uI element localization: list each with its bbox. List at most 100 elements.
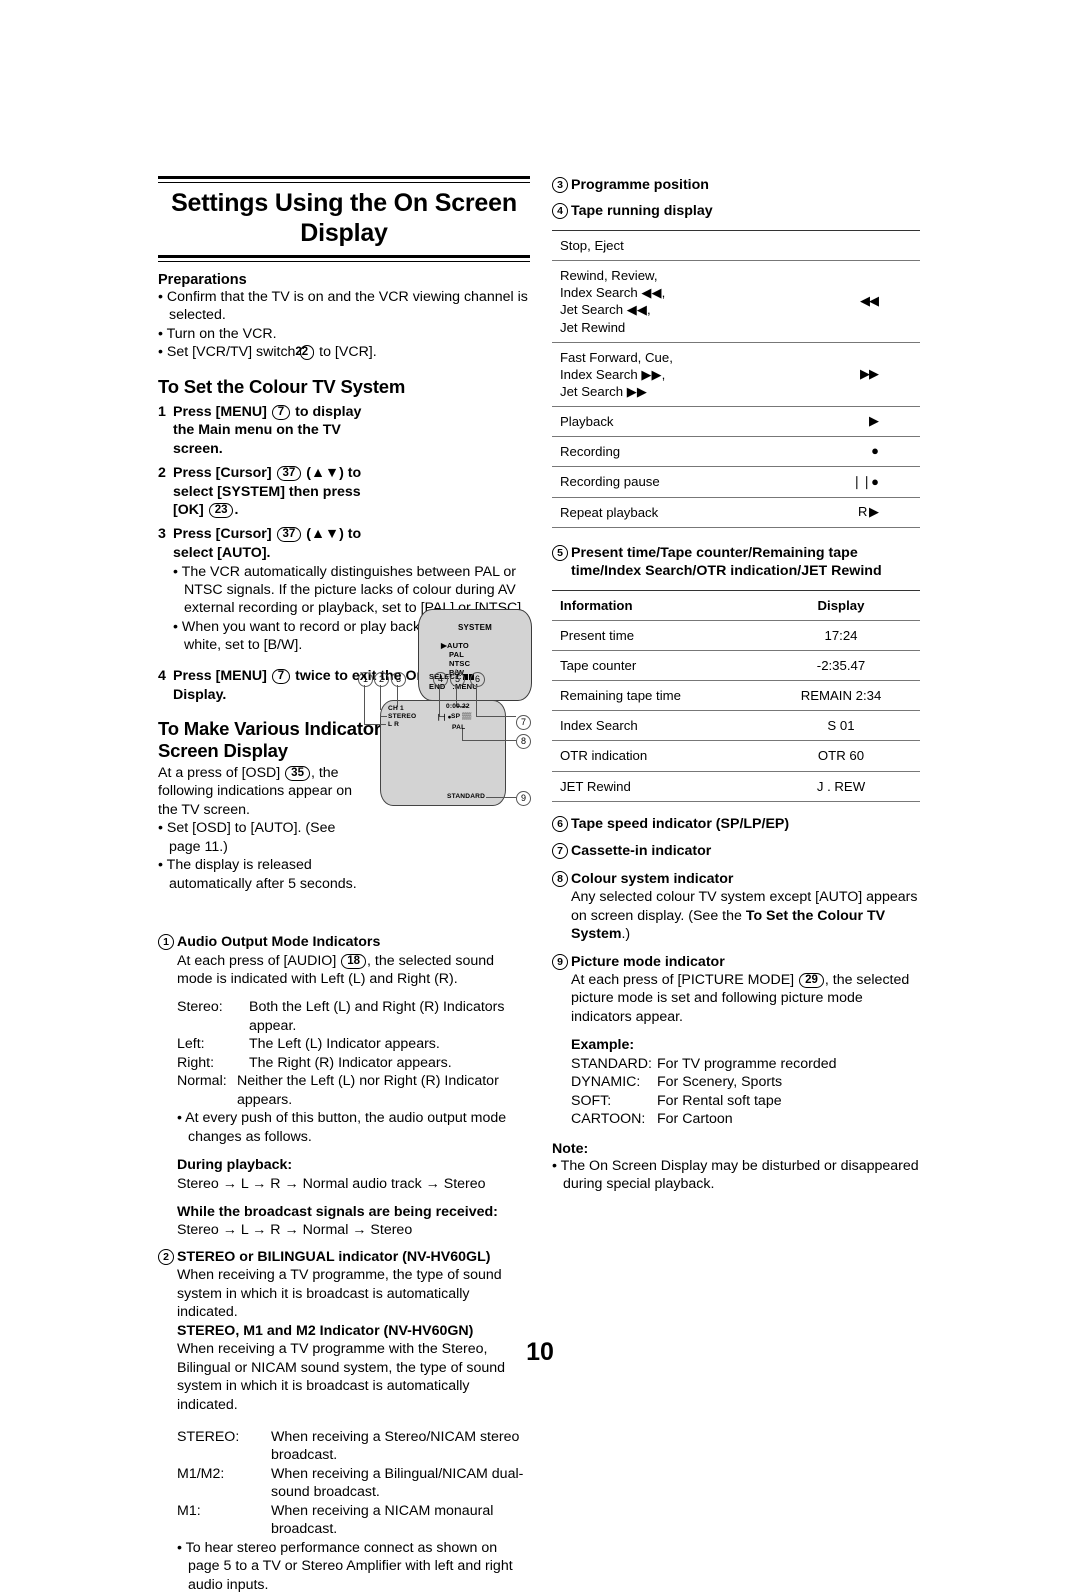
indicators-bullet-1: The display is released automatically af… <box>158 856 358 893</box>
broadcast-heading: While the broadcast signals are being re… <box>177 1203 498 1220</box>
example-row-3: CARTOON: For Cartoon <box>571 1111 733 1128</box>
tape-row-0-display <box>779 230 920 260</box>
tape-row-6-display: R ▶ <box>858 503 879 519</box>
example-row-2: SOFT: For Rental soft tape <box>571 1092 782 1109</box>
example-row-0: STANDARD: For TV programme recorded <box>571 1055 837 1072</box>
system-menu-option-ntsc: NTSC <box>449 658 471 668</box>
key-pill-7: 7 <box>271 404 291 420</box>
item-4: 4 Tape running display <box>552 202 920 220</box>
preparations-item-0: Confirm that the TV is on and the VCR vi… <box>158 288 530 325</box>
key-pill-35: 35 <box>285 765 310 781</box>
callout-5: 5 <box>450 672 465 687</box>
tape-row-2-display: ▶▶ <box>860 365 879 381</box>
audio-mode-row-0: Stereo: Both the Left (L) and Right (R) I… <box>177 999 505 1034</box>
stereo-def-row-2: M1: When receiving a NICAM monaural broad… <box>177 1502 494 1538</box>
item-6: 6 Tape speed indicator (SP/LP/EP) <box>552 815 920 833</box>
item-1: 1 Audio Output Mode Indicators At each p… <box>158 933 530 1240</box>
info-row-3-label: Index Search <box>560 718 638 734</box>
info-row-4-value: OTR 60 <box>817 748 865 764</box>
item-5: 5 Present time/Tape counter/Remaining ta… <box>552 544 920 581</box>
item-9-heading: Picture mode indicator <box>571 953 725 970</box>
information-display-table: Information Display Present time 17:24 T… <box>552 590 920 802</box>
step-3-body: Press [Cursor] 37 (▲▼) to select [AUTO]. <box>173 526 362 561</box>
info-row-3-value: S 01 <box>827 718 855 734</box>
osd-lr: L R <box>388 721 400 728</box>
callout-1: 1 <box>358 672 373 687</box>
item-1-bullet: At every push of this button, the audio … <box>177 1109 530 1146</box>
item-7-marker: 7 <box>552 842 571 860</box>
item-5-marker: 5 <box>552 544 571 581</box>
callout-2: 2 <box>374 672 389 687</box>
tape-running-table: Stop, Eject Rewind, Review, Index Search… <box>552 230 920 528</box>
table-row: JET Rewind J . REW <box>552 771 920 802</box>
item-9: 9 Picture mode indicator At each press o… <box>552 953 920 1129</box>
info-row-0-value: 17:24 <box>824 627 858 643</box>
note-text: The On Screen Display may be disturbed o… <box>552 1157 920 1194</box>
step-2-body: Press [Cursor] 37 (▲▼) to select [SYSTEM… <box>173 464 362 519</box>
leader-6 <box>476 685 477 716</box>
step-4-number: 4 <box>158 667 166 684</box>
table-row: Recording ● <box>552 437 920 467</box>
leader-2 <box>380 685 381 710</box>
callout-7: 7 <box>516 715 531 730</box>
item-7-heading: Cassette-in indicator <box>571 843 712 860</box>
key-pill-7b: 7 <box>271 668 291 684</box>
page-number: 10 <box>526 1338 554 1366</box>
osd-channel: CH 1 <box>388 705 404 712</box>
tape-row-0-info: Stop, Eject <box>560 237 624 253</box>
during-playback-sequence: Stereo → L → R → Normal audio track → St… <box>177 1175 486 1192</box>
page-title: Settings Using the On Screen Display <box>171 189 517 247</box>
table-row: Playback ▶ <box>552 407 920 437</box>
item-2-bullet: To hear stereo performance connect as sh… <box>177 1539 530 1594</box>
item-2-p1: When receiving a TV programme, the type … <box>177 1267 502 1321</box>
left-column: Settings Using the On Screen Display Pre… <box>158 176 532 1594</box>
leader-9 <box>486 797 516 798</box>
leader-1 <box>364 685 365 725</box>
step-1: 1 Press [MENU] 7 to display the Main men… <box>158 403 370 459</box>
key-pill-18: 18 <box>341 953 367 969</box>
system-menu-title: SYSTEM <box>457 622 493 632</box>
step-3-number: 3 <box>158 526 166 543</box>
tape-row-4-info: Recording <box>560 444 621 460</box>
table-row: Tape counter -2:35.47 <box>552 651 920 681</box>
indicators-bullet-0: Set [OSD] to [AUTO]. (See page 11.) <box>158 819 358 856</box>
stereo-def-row-1: M1/M2: When receiving a Bilingual/NICAM d… <box>177 1465 524 1501</box>
preparations-item-2-text: Set [VCR/TV] switch <box>166 344 296 361</box>
item-4-marker: 4 <box>552 202 571 220</box>
col-header-display: Display <box>817 597 865 613</box>
step-1-body: Press [MENU] 7 to display the Main menu … <box>173 403 362 458</box>
step-1-number: 1 <box>158 403 166 420</box>
leader-2b <box>380 716 387 717</box>
item-2-heading: STEREO or BILINGUAL indicator (NV-HV60GL… <box>177 1248 491 1265</box>
system-menu-option-pal: PAL <box>449 649 465 659</box>
key-pill-37b: 37 <box>276 527 302 543</box>
item-9-content: Picture mode indicator At each press of … <box>571 953 920 1129</box>
tape-row-2-info: Fast Forward, Cue, Index Search ▶▶, Jet … <box>560 349 673 399</box>
item-6-marker: 6 <box>552 815 571 833</box>
info-row-1-value: -2:35.47 <box>816 658 866 673</box>
item-4-heading: Tape running display <box>571 203 713 220</box>
callout-9: 9 <box>516 791 531 806</box>
preparations-item-2: Set [VCR/TV] switch 22 to [VCR]. <box>158 343 530 361</box>
info-row-1-label: Tape counter <box>560 658 637 673</box>
osd-picture-mode: STANDARD <box>447 793 486 800</box>
osd-speed: SP <box>451 713 461 720</box>
note-heading: Note: <box>552 1140 589 1157</box>
info-row-4-label: OTR indication <box>560 748 648 764</box>
col-header-information: Information <box>560 597 633 613</box>
item-3-marker: 3 <box>552 176 571 194</box>
callout-3: 3 <box>391 672 406 687</box>
info-row-2-label: Remaining tape time <box>560 688 681 704</box>
osd-colour-system: PAL <box>452 724 466 731</box>
preparations-item-2-tail: to [VCR]. <box>319 344 377 361</box>
tape-row-3-display: ▶ <box>869 413 879 429</box>
key-pill-37: 37 <box>276 465 302 481</box>
item-2-marker: 2 <box>158 1248 177 1594</box>
callout-6: 6 <box>470 672 485 687</box>
tape-row-6-info: Repeat playback <box>560 504 659 520</box>
during-playback-heading: During playback: <box>177 1157 293 1174</box>
info-row-2-value: REMAIN 2:34 <box>800 688 882 704</box>
stereo-def-row-0: STEREO: When receiving a Stereo/NICAM ste… <box>177 1428 520 1464</box>
leader-3 <box>397 685 398 707</box>
tape-row-1-display: ◀◀ <box>860 292 879 308</box>
